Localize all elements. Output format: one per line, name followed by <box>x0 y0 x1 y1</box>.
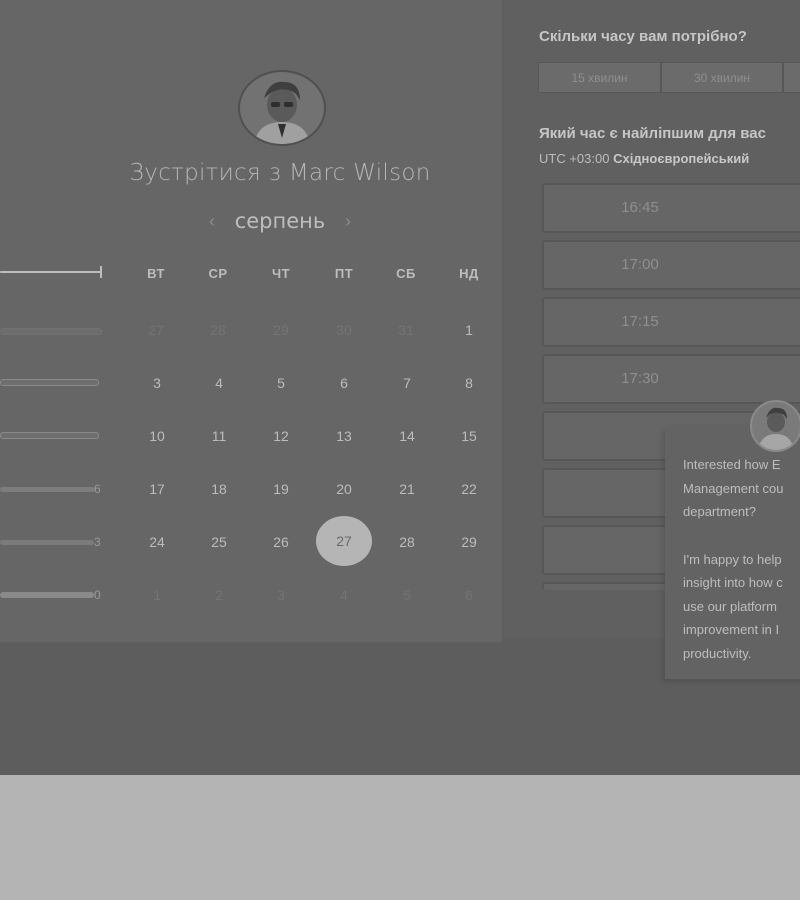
calendar-day[interactable]: 26 <box>251 534 311 550</box>
calendar-day[interactable]: 15 <box>439 428 499 444</box>
selected-day[interactable]: 27 <box>316 516 372 566</box>
month-label: серпень <box>234 209 326 233</box>
chevron-left-icon[interactable]: ‹ <box>200 211 224 232</box>
calendar-day: 4 <box>340 587 348 603</box>
page-title: Зустрітися з Marc Wilson <box>129 160 431 186</box>
calendar-day[interactable]: 28 <box>377 534 437 550</box>
duration-option-more[interactable] <box>783 62 800 93</box>
calendar-day[interactable]: 6 <box>314 375 374 391</box>
timezone-name[interactable]: Східноєвропейський <box>613 151 749 166</box>
time-slot[interactable]: 16:45 <box>542 183 800 233</box>
side-bar <box>0 379 99 386</box>
month-navigator: ‹ серпень › <box>200 206 360 236</box>
duration-option-15[interactable]: 15 хвилин <box>538 62 661 93</box>
calendar-day: 30 <box>336 322 352 338</box>
calendar-day[interactable]: 25 <box>189 534 249 550</box>
calendar-day[interactable]: 5 <box>251 375 311 391</box>
chevron-right-icon[interactable]: › <box>336 211 360 232</box>
calendar-day: 2 <box>215 587 223 603</box>
chat-line: improvement in I <box>683 622 780 637</box>
calendar-day[interactable]: 19 <box>251 481 311 497</box>
calendar-day[interactable]: 8 <box>439 375 499 391</box>
time-slot[interactable]: 17:00 <box>542 240 800 290</box>
side-count: 6 <box>94 482 101 496</box>
side-bar <box>0 271 101 273</box>
side-bar <box>0 328 102 335</box>
weekday-header: НД <box>459 266 479 281</box>
calendar-day[interactable]: 18 <box>189 481 249 497</box>
weekday-header: СБ <box>396 266 416 281</box>
calendar-day: 27 <box>148 322 164 338</box>
side-bar <box>0 540 94 545</box>
side-bar-cap <box>100 266 102 278</box>
chat-line: insight into how c <box>683 575 783 590</box>
calendar-day[interactable]: 3 <box>127 375 187 391</box>
time-question: Який час є найліпшим для вас <box>539 125 766 142</box>
calendar-day[interactable]: 29 <box>439 534 499 550</box>
chat-message: Interested how E Management cou departme… <box>683 453 800 665</box>
calendar-day[interactable]: 17 <box>127 481 187 497</box>
duration-options: 15 хвилин 30 хвилин <box>538 62 800 93</box>
time-slot[interactable]: 17:30 <box>542 354 800 404</box>
calendar-day: 1 <box>153 587 161 603</box>
weekday-header: ЧТ <box>271 266 291 281</box>
weekday-header: СР <box>208 266 228 281</box>
chat-avatar[interactable] <box>750 400 800 452</box>
chat-line: I'm happy to help <box>683 551 782 567</box>
chat-line: Interested how E <box>683 457 781 472</box>
calendar-day: 31 <box>398 322 414 338</box>
side-bar <box>0 432 99 439</box>
chat-line: department? <box>683 504 756 519</box>
calendar-day[interactable]: 12 <box>251 428 311 444</box>
duration-question: Скільки часу вам потрібно? <box>539 28 747 45</box>
calendar-day[interactable]: 4 <box>189 375 249 391</box>
chat-line: use our platform <box>683 598 777 614</box>
side-bar <box>0 592 94 598</box>
calendar-day: 29 <box>273 322 289 338</box>
calendar-day[interactable]: 20 <box>314 481 374 497</box>
dimmed-overlay: Зустрітися з Marc Wilson ‹ серпень › ВТ … <box>0 0 800 775</box>
calendar-day[interactable]: 11 <box>189 428 249 444</box>
calendar-day: 5 <box>403 587 411 603</box>
timezone-label: UTC +03:00 Східноєвропейський <box>539 151 749 166</box>
calendar-day: 6 <box>465 587 473 603</box>
timezone-offset: UTC +03:00 <box>539 151 610 166</box>
weekday-header: ПТ <box>334 266 354 281</box>
calendar-day: 3 <box>277 587 285 603</box>
side-count: 3 <box>94 535 101 549</box>
calendar-day[interactable]: 24 <box>127 534 187 550</box>
calendar-day[interactable]: 1 <box>439 322 499 338</box>
calendar-day[interactable]: 21 <box>377 481 437 497</box>
side-count: 0 <box>94 588 101 602</box>
calendar-day[interactable]: 13 <box>314 428 374 444</box>
time-slot[interactable]: 17:15 <box>542 297 800 347</box>
calendar-day[interactable]: 14 <box>377 428 437 444</box>
duration-option-30[interactable]: 30 хвилин <box>661 62 783 93</box>
calendar-day[interactable]: 10 <box>127 428 187 444</box>
calendar-panel: Зустрітися з Marc Wilson ‹ серпень › ВТ … <box>0 0 502 642</box>
side-bar <box>0 487 95 492</box>
calendar-day[interactable]: 7 <box>377 375 437 391</box>
weekday-header: ВТ <box>147 266 165 281</box>
calendar-day[interactable]: 22 <box>439 481 499 497</box>
host-avatar <box>238 70 326 146</box>
chat-line: Management cou <box>683 480 784 496</box>
chat-popup[interactable]: Interested how E Management cou departme… <box>665 427 800 679</box>
chat-line: productivity. <box>683 645 752 661</box>
calendar-day: 28 <box>210 322 226 338</box>
